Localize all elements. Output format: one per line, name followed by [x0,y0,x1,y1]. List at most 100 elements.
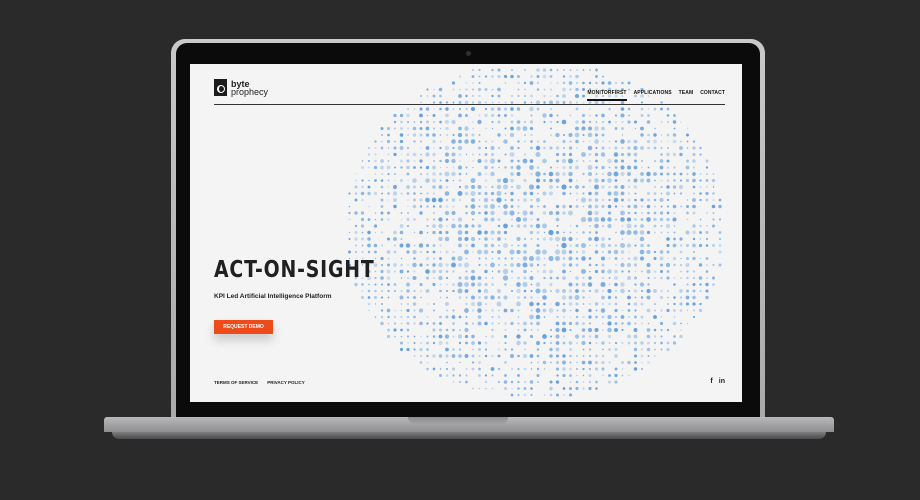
globe-dot [614,205,618,208]
globe-dot [594,126,599,131]
globe-dot [600,243,606,248]
globe-dot [588,386,592,391]
globe-dot [620,152,625,157]
globe-dot [458,185,462,189]
globe-dot [511,277,513,279]
globe-dot [640,354,644,358]
globe-dot [413,166,416,169]
globe-dot [491,322,494,325]
globe-dot [575,107,579,111]
globe-dot [420,153,422,156]
globe-dot [413,121,416,123]
website-screen: byte prophecy MONITORFIRST APPLICATIONS … [190,64,742,402]
globe-dot [458,179,462,182]
globe-dot [504,238,507,240]
linkedin-icon[interactable]: in [719,378,725,385]
globe-dot [511,368,513,370]
globe-dot [646,347,651,352]
brand-logo[interactable]: byte prophecy [214,79,268,96]
nav-item-team[interactable]: TEAM [679,90,694,96]
globe-dot [699,198,702,202]
globe-dot [394,179,396,182]
globe-dot [568,295,573,300]
globe-dot [639,249,645,255]
globe-dot [653,211,657,215]
globe-dot [626,243,632,248]
globe-dot [685,262,690,268]
globe-dot [660,316,663,318]
globe-dot [588,231,592,234]
nav-item-contact[interactable]: CONTACT [700,90,725,96]
globe-dot [517,394,520,396]
globe-dot [673,316,676,318]
globe-dot [425,126,430,131]
globe-dot [361,199,364,201]
globe-dot [569,328,572,332]
nav-item-monitorfirst[interactable]: MONITORFIRST [587,90,627,101]
globe-dot [660,225,663,227]
globe-dot [490,367,495,371]
globe-dot [354,230,358,235]
globe-dot [627,270,631,273]
nav-item-applications[interactable]: APPLICATIONS [634,90,672,96]
globe-dot [361,231,364,234]
globe-dot [425,256,430,261]
globe-dot [491,354,494,358]
globe-dot [594,139,599,144]
globe-dot [367,191,371,196]
globe-dot [523,276,527,280]
privacy-policy-link[interactable]: PRIVACY POLICY [267,380,305,385]
globe-dot [444,152,450,157]
globe-dot [608,244,611,247]
globe-dot [555,204,560,209]
request-demo-button[interactable]: REQUEST DEMO [214,320,273,334]
globe-dot [588,191,592,196]
globe-dot [548,255,554,262]
globe-dot [529,165,534,170]
globe-dot [569,354,572,358]
globe-dot [458,75,462,78]
globe-dot [510,114,514,117]
globe-dot [587,132,593,138]
globe-dot [470,204,476,209]
globe-dot [413,322,416,325]
globe-dot [627,146,631,150]
globe-dot [458,153,462,156]
globe-dot [685,289,690,293]
globe-dot [601,165,605,170]
globe-dot [522,158,528,164]
facebook-icon[interactable]: f [710,378,712,385]
globe-dot [523,387,527,390]
globe-dot [412,133,417,137]
globe-dot [407,303,409,305]
globe-dot [386,276,391,280]
globe-dot [587,282,593,287]
globe-dot [400,257,403,260]
globe-dot [471,282,475,287]
globe-dot [672,152,677,157]
globe-dot [601,185,605,189]
globe-dot [537,238,539,240]
globe-dot [406,224,410,228]
globe-dot [621,257,624,260]
globe-dot [601,315,605,319]
globe-dot [587,165,593,170]
globe-dot [510,172,514,176]
globe-dot [666,341,670,345]
globe-dot [420,147,422,149]
globe-dot [588,153,592,156]
globe-dot [529,263,534,267]
globe-dot [406,127,410,130]
globe-dot [562,211,566,215]
globe-dot [582,192,585,195]
globe-dot [451,315,456,319]
globe-dot [667,231,669,234]
terms-of-service-link[interactable]: TERMS OF SERVICE [214,380,258,385]
globe-dot [641,270,643,273]
globe-dot [692,230,696,235]
globe-dot [478,114,481,117]
globe-dot [472,218,474,221]
globe-dot [517,81,520,85]
globe-dot [666,198,670,202]
globe-dot [666,166,670,169]
